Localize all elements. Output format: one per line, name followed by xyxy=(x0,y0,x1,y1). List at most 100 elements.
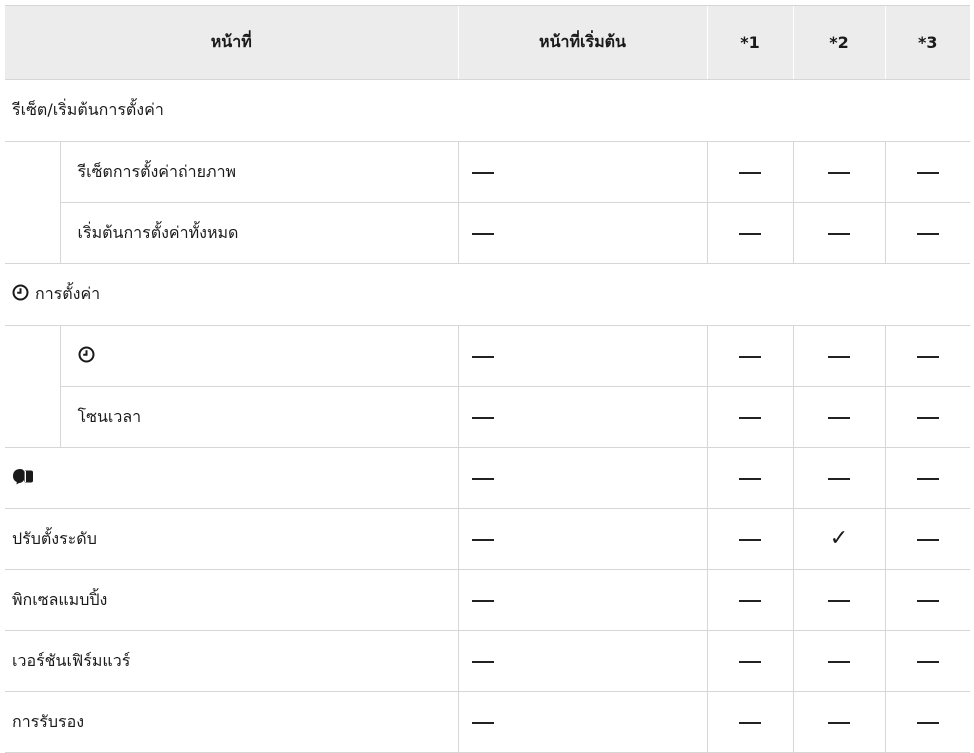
header-col3: *3 xyxy=(884,5,971,80)
section-row-reset: รีเซ็ต/เริ่มต้นการตั้งค่า xyxy=(5,79,971,142)
dash-mark xyxy=(739,661,762,663)
header-row: หน้าที่ หน้าที่เริ่มต้น *1 *2 *3 xyxy=(5,5,971,80)
section-row-clock: การตั้งค่า xyxy=(5,263,971,326)
col3-cell xyxy=(884,569,971,631)
table-row: รีเซ็ตการตั้งค่าถ่ายภาพ xyxy=(5,141,971,203)
table-row: ปรับตั้งระดับ ✓ xyxy=(5,508,971,570)
dash-mark xyxy=(916,356,939,358)
indent-cell xyxy=(5,386,60,448)
dash-mark xyxy=(828,233,851,235)
row-label-time-zone: โซนเวลา xyxy=(59,386,459,448)
dash-mark xyxy=(916,172,939,174)
dash-mark xyxy=(471,722,494,724)
default-cell xyxy=(457,630,708,692)
dash-mark xyxy=(739,172,762,174)
settings-table: หน้าที่ หน้าที่เริ่มต้น *1 *2 *3 รีเซ็ต/… xyxy=(5,5,971,753)
dash-mark xyxy=(471,600,494,602)
default-cell xyxy=(457,691,708,753)
dash-mark xyxy=(739,478,762,480)
default-cell xyxy=(457,202,708,264)
dash-mark xyxy=(739,539,762,541)
header-col2: *2 xyxy=(792,5,886,80)
col2-cell xyxy=(792,630,886,692)
dash-mark xyxy=(739,417,762,419)
col2-cell xyxy=(792,386,886,448)
default-cell xyxy=(457,386,708,448)
col1-cell xyxy=(706,141,794,203)
dash-mark xyxy=(471,233,494,235)
col3-cell xyxy=(884,447,971,509)
table-row: การรับรอง xyxy=(5,691,971,753)
row-label-certification: การรับรอง xyxy=(5,691,459,753)
col3-cell xyxy=(884,691,971,753)
row-label-pixel-mapping: พิกเซลแมบปิ้ง xyxy=(5,569,459,631)
col3-cell xyxy=(884,630,971,692)
section-label-clock-text: การตั้งค่า xyxy=(35,284,101,303)
dash-mark xyxy=(916,661,939,663)
col2-cell xyxy=(792,202,886,264)
default-cell xyxy=(457,141,708,203)
check-mark-icon: ✓ xyxy=(829,526,849,551)
dash-mark xyxy=(739,233,762,235)
settings-table-container: หน้าที่ หน้าที่เริ่มต้น *1 *2 *3 รีเซ็ต/… xyxy=(5,5,971,753)
row-label-language xyxy=(5,447,459,509)
dash-mark xyxy=(471,172,494,174)
dash-mark xyxy=(739,600,762,602)
dash-mark xyxy=(828,172,851,174)
col3-cell xyxy=(884,386,971,448)
row-label-initialize-all: เริ่มต้นการตั้งค่าทั้งหมด xyxy=(59,202,459,264)
col1-cell xyxy=(706,325,794,387)
col1-cell xyxy=(706,447,794,509)
header-function: หน้าที่ xyxy=(5,5,459,80)
clock-icon xyxy=(78,346,95,367)
dash-mark xyxy=(916,539,939,541)
dash-mark xyxy=(916,478,939,480)
col2-cell xyxy=(792,141,886,203)
col1-cell xyxy=(706,630,794,692)
col2-cell: ✓ xyxy=(792,508,886,570)
dash-mark xyxy=(828,722,851,724)
col3-cell xyxy=(884,325,971,387)
section-label-clock: การตั้งค่า xyxy=(5,263,971,326)
col2-cell xyxy=(792,325,886,387)
col2-cell xyxy=(792,691,886,753)
dash-mark xyxy=(916,233,939,235)
dash-mark xyxy=(828,600,851,602)
col1-cell xyxy=(706,691,794,753)
col3-cell xyxy=(884,202,971,264)
table-row: พิกเซลแมบปิ้ง xyxy=(5,569,971,631)
dash-mark xyxy=(471,356,494,358)
dash-mark xyxy=(916,417,939,419)
table-row: เริ่มต้นการตั้งค่าทั้งหมด xyxy=(5,202,971,264)
dash-mark xyxy=(739,356,762,358)
default-cell xyxy=(457,447,708,509)
col2-cell xyxy=(792,447,886,509)
col3-cell xyxy=(884,508,971,570)
dash-mark xyxy=(739,722,762,724)
dash-mark xyxy=(916,600,939,602)
dash-mark xyxy=(828,661,851,663)
dash-mark xyxy=(471,539,494,541)
col1-cell xyxy=(706,569,794,631)
col2-cell xyxy=(792,569,886,631)
indent-cell xyxy=(5,326,60,387)
language-icon xyxy=(12,468,34,489)
default-cell xyxy=(457,569,708,631)
header-col1: *1 xyxy=(706,5,794,80)
dash-mark xyxy=(828,478,851,480)
dash-mark xyxy=(828,356,851,358)
table-row: เวอร์ชันเฟิร์มแวร์ xyxy=(5,630,971,692)
indent-cell xyxy=(5,142,60,203)
dash-mark xyxy=(828,417,851,419)
header-default: หน้าที่เริ่มต้น xyxy=(457,5,708,80)
table-row: โซนเวลา xyxy=(5,386,971,448)
dash-mark xyxy=(471,661,494,663)
row-label-firmware: เวอร์ชันเฟิร์มแวร์ xyxy=(5,630,459,692)
col1-cell xyxy=(706,386,794,448)
table-row xyxy=(5,447,971,509)
dash-mark xyxy=(916,722,939,724)
clock-icon xyxy=(12,284,29,305)
row-label-level-adjust: ปรับตั้งระดับ xyxy=(5,508,459,570)
section-label-reset: รีเซ็ต/เริ่มต้นการตั้งค่า xyxy=(5,79,971,142)
indent-cell xyxy=(5,202,60,264)
